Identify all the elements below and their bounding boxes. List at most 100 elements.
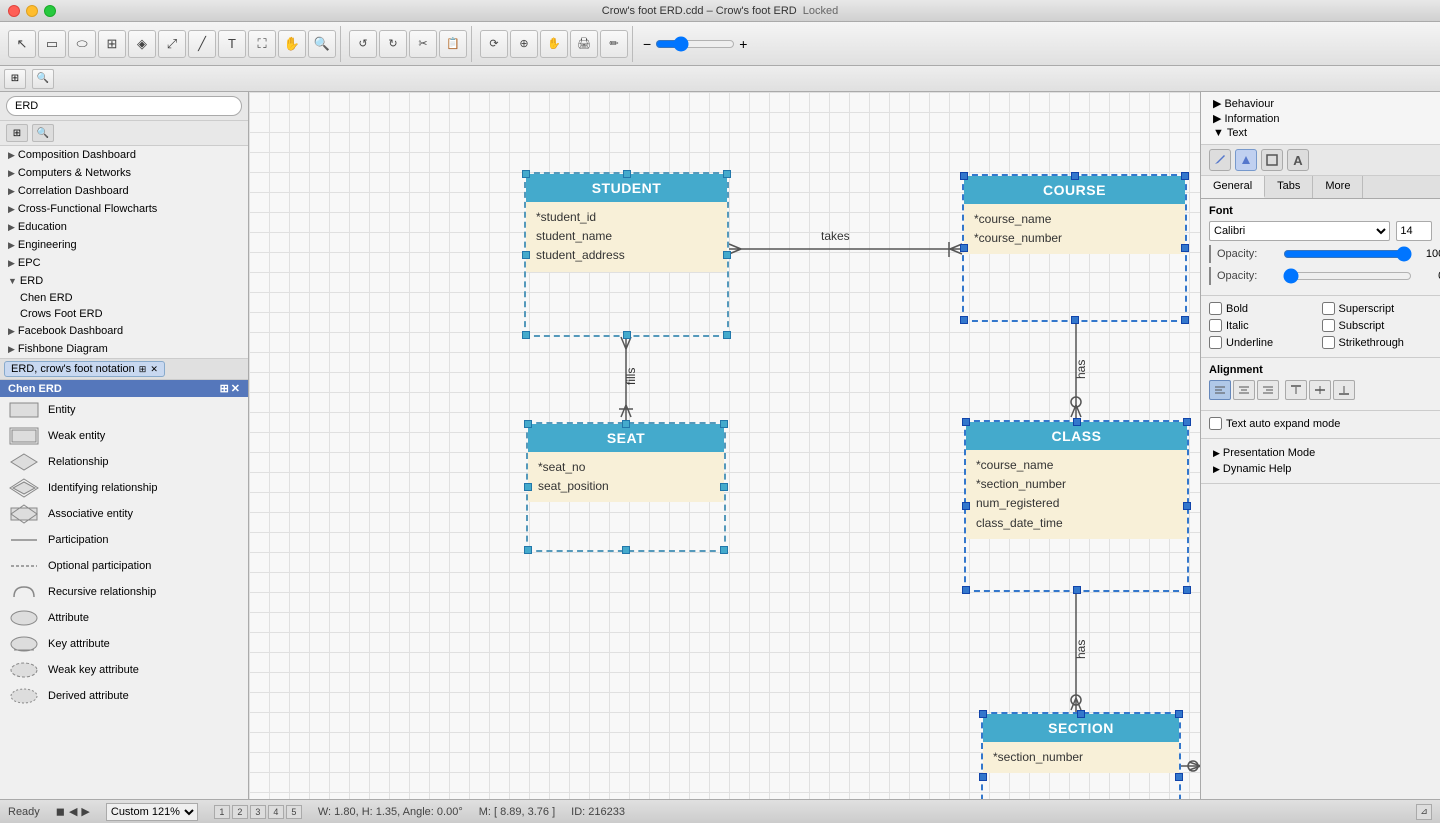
paste-btn[interactable]: 📋	[439, 30, 467, 58]
handle-br[interactable]	[720, 546, 728, 554]
zoom-in-btn[interactable]: ⊕	[510, 30, 538, 58]
superscript-checkbox[interactable]: Superscript	[1322, 302, 1433, 315]
entity-course[interactable]: COURSE *course_name*course_number	[962, 174, 1187, 322]
shape-assoc-entity[interactable]: Associative entity	[0, 501, 248, 527]
pan-btn[interactable]: ✋	[540, 30, 568, 58]
sel-handle-br[interactable]	[1181, 316, 1189, 324]
rect-tool[interactable]: ▭	[38, 30, 66, 58]
handle-mr[interactable]	[723, 251, 731, 259]
active-diagram-tab[interactable]: ERD, crow's foot notation ⊞ ✕	[4, 361, 165, 377]
select-tool[interactable]: ↖	[8, 30, 36, 58]
sidebar-item-facebook[interactable]: ▶ Facebook Dashboard	[0, 322, 248, 340]
opacity-slider-1[interactable]	[1283, 246, 1412, 262]
shape-derived-attr[interactable]: Derived attribute	[0, 683, 248, 709]
ellipse-tool[interactable]: ⬭	[68, 30, 96, 58]
subscript-checkbox[interactable]: Subscript	[1322, 319, 1433, 332]
dynamic-help-item[interactable]: ▶ Dynamic Help	[1209, 461, 1432, 477]
zoom-slider[interactable]	[655, 36, 735, 52]
handle-bl[interactable]	[524, 546, 532, 554]
hand-tool[interactable]: ✋	[278, 30, 306, 58]
bold-checkbox[interactable]: Bold	[1209, 302, 1320, 315]
sel-handle-mr[interactable]	[1183, 502, 1191, 510]
format-pen-btn[interactable]	[1209, 149, 1231, 171]
sidebar-item-correlation[interactable]: ▶ Correlation Dashboard	[0, 182, 248, 200]
sel-handle-bm[interactable]	[1071, 316, 1079, 324]
color-swatch-2[interactable]	[1209, 267, 1211, 285]
shape-weak-entity[interactable]: Weak entity	[0, 423, 248, 449]
line-tool[interactable]: ╱	[188, 30, 216, 58]
sidebar-item-composition[interactable]: ▶ Composition Dashboard	[0, 146, 248, 164]
tab-more[interactable]: More	[1313, 176, 1363, 198]
presentation-mode-item[interactable]: ▶ Presentation Mode	[1209, 445, 1432, 461]
sel-handle-tm[interactable]	[1073, 418, 1081, 426]
sel-handle-tl[interactable]	[962, 418, 970, 426]
sidebar-item-epc[interactable]: ▶ EPC	[0, 254, 248, 272]
sel-handle-ml[interactable]	[960, 244, 968, 252]
auto-expand-check[interactable]	[1209, 417, 1222, 430]
search-input[interactable]	[6, 96, 242, 116]
entity-seat[interactable]: SEAT *seat_noseat_position	[526, 422, 726, 552]
entity-class[interactable]: CLASS *course_name*section_numbernum_reg…	[964, 420, 1189, 592]
sel-handle-tm[interactable]	[1071, 172, 1079, 180]
print-btn[interactable]: 🖨	[570, 30, 598, 58]
sel-handle-bm[interactable]	[1073, 586, 1081, 594]
search-btn[interactable]: 🔍	[32, 69, 54, 89]
sel-handle-br[interactable]	[1183, 586, 1191, 594]
page-btn-1[interactable]: 1	[214, 805, 230, 819]
format-text-btn[interactable]: A	[1287, 149, 1309, 171]
table-tool[interactable]: ⊞	[98, 30, 126, 58]
handle-mr[interactable]	[720, 483, 728, 491]
sel-handle-bl[interactable]	[962, 586, 970, 594]
handle-tr[interactable]	[723, 170, 731, 178]
underline-check[interactable]	[1209, 336, 1222, 349]
handle-br[interactable]	[723, 331, 731, 339]
sidebar-item-engineering[interactable]: ▶ Engineering	[0, 236, 248, 254]
shape-relationship[interactable]: Relationship	[0, 449, 248, 475]
sel-handle-tr[interactable]	[1183, 418, 1191, 426]
sel-handle-bl[interactable]	[960, 316, 968, 324]
page-btn-2[interactable]: 2	[232, 805, 248, 819]
zoom-tool[interactable]: 🔍	[308, 30, 336, 58]
format-fill-btn[interactable]	[1235, 149, 1257, 171]
shapes-close-icon[interactable]: ✕	[231, 382, 240, 395]
handle-tm[interactable]	[622, 420, 630, 428]
color-swatch-1[interactable]	[1209, 245, 1211, 263]
handle-ml[interactable]	[522, 251, 530, 259]
sel-handle-ml[interactable]	[979, 773, 987, 781]
handle-bl[interactable]	[522, 331, 530, 339]
valign-bottom-btn[interactable]	[1333, 380, 1355, 400]
sidebar-item-fishbone[interactable]: ▶ Fishbone Diagram	[0, 340, 248, 358]
strikethrough-check[interactable]	[1322, 336, 1335, 349]
tree-item-text[interactable]: ▼ Text	[1209, 126, 1432, 140]
zoom-plus[interactable]: +	[739, 36, 747, 52]
opacity-slider-2[interactable]	[1283, 268, 1412, 284]
resize-handle[interactable]: ⊿	[1416, 804, 1432, 820]
sidebar-item-education[interactable]: ▶ Education	[0, 218, 248, 236]
underline-checkbox[interactable]: Underline	[1209, 336, 1320, 349]
maximize-button[interactable]	[44, 5, 56, 17]
cut-btn[interactable]: ✂	[409, 30, 437, 58]
entity-student[interactable]: STUDENT *student_idstudent_namestudent_a…	[524, 172, 729, 337]
font-size-input[interactable]	[1396, 221, 1432, 241]
sel-handle-tl[interactable]	[960, 172, 968, 180]
shape-identifying-rel[interactable]: Identifying relationship	[0, 475, 248, 501]
shape-attribute[interactable]: Attribute	[0, 605, 248, 631]
next-btn[interactable]: ▶	[81, 805, 89, 818]
tab-tabs[interactable]: Tabs	[1265, 176, 1313, 198]
tab-general[interactable]: General	[1201, 176, 1265, 198]
sidebar-item-chen-erd[interactable]: Chen ERD	[0, 290, 248, 306]
strikethrough-checkbox[interactable]: Strikethrough	[1322, 336, 1433, 349]
prev-btn[interactable]: ◀	[69, 805, 77, 818]
handle-tr[interactable]	[720, 420, 728, 428]
minimize-button[interactable]	[26, 5, 38, 17]
handle-ml[interactable]	[524, 483, 532, 491]
bold-check[interactable]	[1209, 302, 1222, 315]
handle-tl[interactable]	[522, 170, 530, 178]
canvas[interactable]: takes fills has has	[249, 92, 1200, 799]
superscript-check[interactable]	[1322, 302, 1335, 315]
sel-handle-mr[interactable]	[1181, 244, 1189, 252]
connector-tool[interactable]: ⤢	[158, 30, 186, 58]
nav-search-btn[interactable]: 🔍	[32, 124, 54, 142]
image-tool[interactable]: ⛶	[248, 30, 276, 58]
zoom-minus[interactable]: −	[643, 36, 651, 52]
